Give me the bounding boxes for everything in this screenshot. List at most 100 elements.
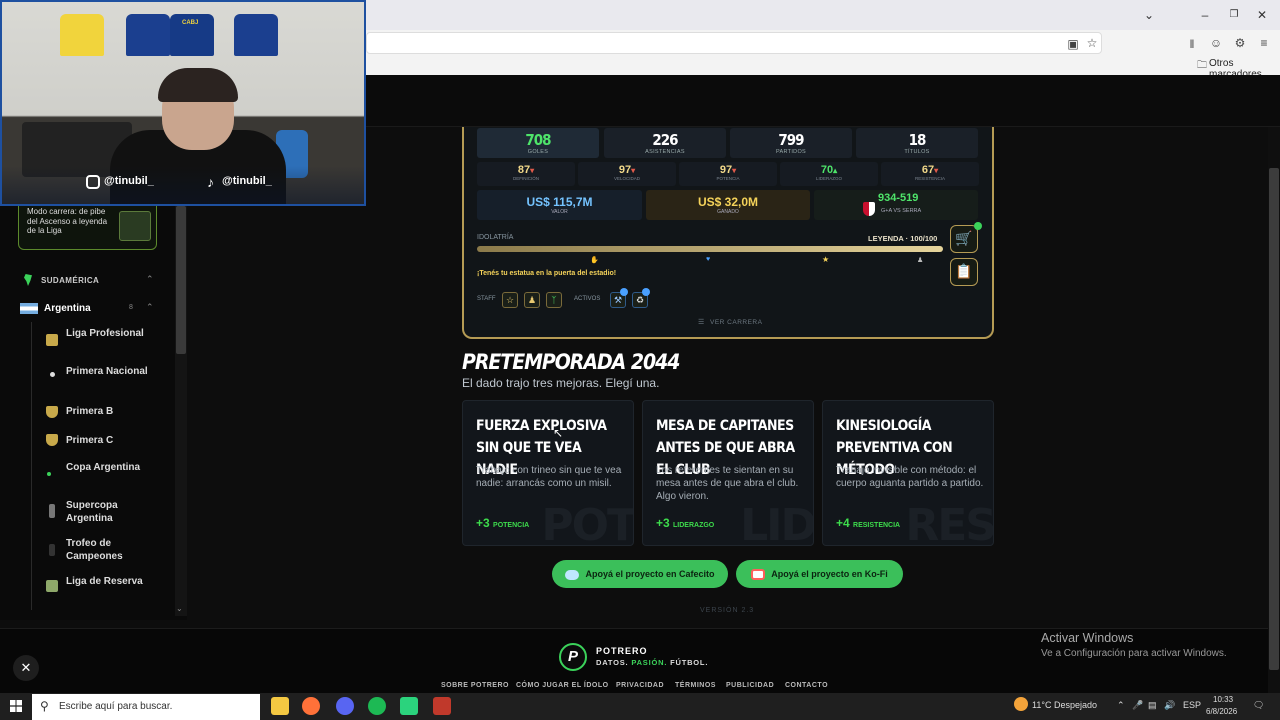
page-scrollbar-thumb[interactable]: [1269, 168, 1279, 670]
promo-text: Modo carrera: de pibe del Ascenso a leye…: [27, 207, 108, 235]
chevron-up-icon[interactable]: ⌃: [146, 274, 154, 285]
league-badge-icon: [46, 334, 58, 346]
attr-liderazgo: 70▴ LIDERAZGO: [780, 162, 878, 186]
footer-link-publicidad[interactable]: PUBLICIDAD: [726, 682, 774, 689]
minimize-button[interactable]: –: [1195, 6, 1215, 24]
cart-button[interactable]: 🛒: [950, 225, 978, 253]
attr-value: 67: [921, 164, 935, 176]
reader-view-icon[interactable]: ▣: [1065, 37, 1081, 51]
sidebar: Modo carrera: de pibe del Ascenso a leye…: [0, 200, 187, 620]
taskbar-search[interactable]: ⚲ Escribe aquí para buscar.: [32, 694, 260, 720]
footer-brand: POTRERO: [596, 646, 648, 656]
chevron-up-icon[interactable]: ⌃: [1117, 700, 1125, 711]
sidebar-item-trofeo-de-campeones[interactable]: Trofeo de Campeones: [66, 538, 166, 563]
stat-value: 226: [652, 131, 678, 149]
staff-branch-icon[interactable]: ᛉ: [546, 292, 562, 308]
mouse-cursor-icon: ↖: [553, 426, 564, 440]
sidebar-item-primera-b[interactable]: Primera B: [66, 406, 166, 419]
recorder-icon[interactable]: [433, 697, 451, 715]
sidebar-item-supercopa-argentina[interactable]: Supercopa Argentina: [66, 500, 166, 525]
app-icon[interactable]: [400, 697, 418, 715]
career-mode-promo[interactable]: Modo carrera: de pibe del Ascenso a leye…: [18, 200, 157, 250]
stat-valor: US$ 115,7M VALOR: [477, 190, 642, 220]
record-label: G+A VS SERRA: [881, 208, 922, 214]
chevron-up-icon[interactable]: ⌃: [146, 302, 154, 313]
footer-link-terminos[interactable]: TÉRMINOS: [675, 682, 716, 689]
argentina-flag-icon: [20, 303, 38, 314]
attr-value: 70: [820, 164, 834, 176]
close-window-button[interactable]: ✕: [1252, 6, 1272, 24]
sidebar-item-copa-argentina[interactable]: Copa Argentina: [66, 462, 166, 475]
bookmark-star-icon[interactable]: ☆: [1084, 36, 1100, 50]
clipboard-button[interactable]: 📋: [950, 258, 978, 286]
potrero-logo-icon[interactable]: P: [559, 643, 587, 671]
sidebar-item-liga-profesional[interactable]: Liga Profesional: [66, 328, 166, 341]
staff-trophy-icon[interactable]: ☆: [502, 292, 518, 308]
folder-icon: 🗀: [1197, 60, 1207, 71]
mic-icon[interactable]: 🎤: [1132, 700, 1143, 711]
footer-link-como-jugar[interactable]: CÓMO JUGAR EL ÍDOLO: [516, 682, 609, 689]
file-explorer-icon[interactable]: [271, 697, 289, 715]
clock-date[interactable]: 6/8/2026: [1206, 707, 1237, 716]
volume-icon[interactable]: 🔊: [1164, 700, 1175, 711]
footer-link-contacto[interactable]: CONTACTO: [785, 682, 828, 689]
attr-label: LIDERAZGO: [815, 176, 842, 181]
version-label: VERSIÓN 2.3: [700, 607, 755, 614]
career-stats-card: [462, 127, 994, 339]
library-icon[interactable]: ‖: [1184, 37, 1200, 51]
card-bonus: +4 RESISTENCIA: [836, 516, 900, 530]
season-subtitle: El dado trajo tres mejoras. Elegí una.: [462, 376, 660, 390]
atletico-crest-icon: [863, 202, 875, 216]
address-bar[interactable]: [366, 32, 1102, 54]
language-indicator[interactable]: ESP: [1183, 700, 1201, 710]
list-icon: ☰: [698, 319, 705, 326]
upgrade-card[interactable]: LID MESA DE CAPITANES ANTES DE QUE ABRA …: [642, 400, 814, 546]
bonus-label: LIDERAZGO: [673, 522, 715, 529]
country-label[interactable]: Argentina: [44, 303, 91, 314]
sidebar-item-liga-de-reserva[interactable]: Liga de Reserva: [66, 576, 166, 589]
kofi-button[interactable]: Apoyá el proyecto en Ko-Fi: [736, 560, 903, 588]
footer-link-privacidad[interactable]: PRIVACIDAD: [616, 682, 664, 689]
trend-down-icon: ▾: [631, 166, 636, 175]
clock-time[interactable]: 10:33: [1213, 695, 1233, 704]
upgrade-card[interactable]: RES KINESIOLOGÍA PREVENTIVA CON MÉTODO T…: [822, 400, 994, 546]
attr-value: 97: [719, 164, 733, 176]
scroll-down-icon[interactable]: ⌄: [176, 604, 183, 613]
valor-value: US$ 115,7M: [526, 195, 593, 209]
attr-potencia: 97▾ POTENCIA: [679, 162, 777, 186]
hand-icon: ✋: [590, 257, 599, 264]
upgrade-card[interactable]: POT FUERZA EXPLOSIVA SIN QUE TE VEA NADI…: [462, 400, 634, 546]
network-icon[interactable]: ▤: [1148, 700, 1157, 711]
notifications-icon[interactable]: 🗨: [1253, 700, 1264, 711]
jersey-yellow: [60, 14, 104, 56]
sidebar-scrollbar-thumb[interactable]: [176, 206, 186, 354]
stat-value: 18: [908, 131, 927, 149]
search-icon: ⚲: [40, 699, 49, 713]
spotify-icon[interactable]: [368, 697, 386, 715]
footer-tagline: DATOS. PASIÓN. FÚTBOL.: [596, 658, 708, 667]
staff-coach-icon[interactable]: ♟: [524, 292, 540, 308]
close-overlay-button[interactable]: ✕: [13, 655, 39, 681]
cafecito-button[interactable]: Apoyá el proyecto en Cafecito: [552, 560, 728, 588]
firefox-icon[interactable]: [302, 697, 320, 715]
footer-link-sobre[interactable]: SOBRE POTRERO: [441, 682, 509, 689]
chevron-down-icon[interactable]: ⌄: [1139, 6, 1159, 24]
sidebar-item-primera-nacional[interactable]: Primera Nacional: [66, 366, 166, 379]
extensions-icon[interactable]: ⚙: [1232, 36, 1248, 50]
bonus-label: RESISTENCIA: [853, 522, 901, 529]
weather-text[interactable]: 11°C Despejado: [1032, 700, 1097, 710]
region-label[interactable]: SUDAMÉRICA: [41, 276, 99, 285]
sidebar-item-primera-c[interactable]: Primera C: [66, 435, 166, 448]
stat-label: GOLES: [527, 149, 549, 155]
discord-icon[interactable]: [336, 697, 354, 715]
stat-partidos: 799 PARTIDOS: [730, 128, 852, 158]
menu-icon[interactable]: ≡: [1256, 36, 1272, 50]
idolatria-level: LEYENDA · 100/100: [868, 234, 938, 243]
restore-button[interactable]: ❐: [1224, 6, 1244, 24]
idolatria-progress-bar: [477, 246, 943, 252]
stat-value: 799: [778, 131, 804, 149]
ver-carrera-link[interactable]: VER CARRERA: [710, 319, 762, 326]
stat-titulos: 18 TÍTULOS: [856, 128, 978, 158]
account-icon[interactable]: ☺: [1208, 36, 1224, 50]
instagram-icon: [86, 175, 100, 189]
